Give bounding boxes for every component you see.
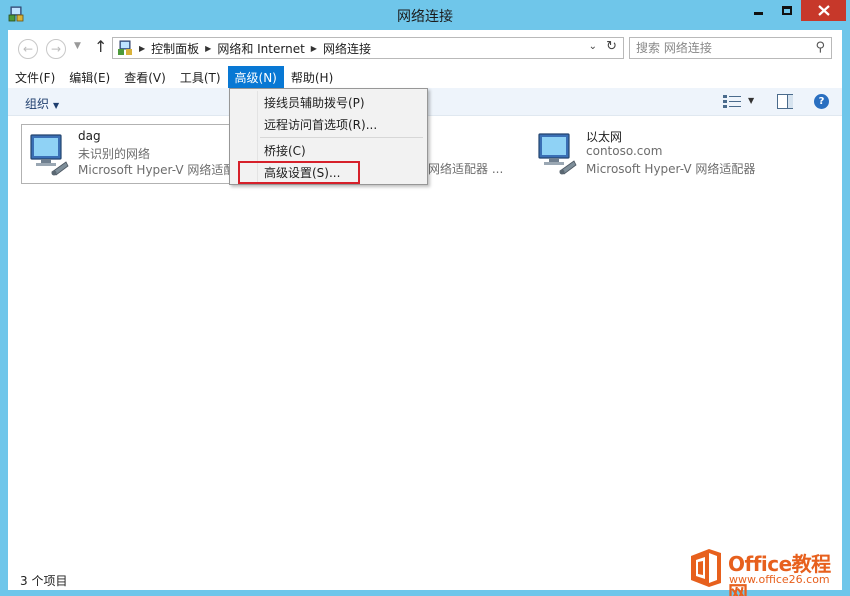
- adapter-name: 以太网: [586, 130, 623, 144]
- minimize-icon: [754, 12, 763, 15]
- close-button[interactable]: [801, 0, 846, 21]
- menu-item-remote-access-preferences[interactable]: 远程访问首选项(R)...: [232, 113, 425, 135]
- watermark-title: Office教程网: [728, 552, 831, 596]
- network-adapter-icon: [30, 134, 69, 176]
- menu-tools[interactable]: 工具(T): [173, 66, 228, 88]
- adapter-status: contoso.com: [586, 144, 663, 158]
- watermark-url: www.office26.com: [729, 573, 830, 586]
- search-box[interactable]: ⚲: [629, 37, 832, 59]
- navigation-bar: ← → ▼ ↑ ▶ 控制面板 ▶ 网络和 Internet ▶ 网络连接 ⌄ ↻…: [8, 30, 842, 66]
- close-icon: [817, 5, 830, 16]
- menu-item-bridge[interactable]: 桥接(C): [232, 139, 425, 161]
- menu-edit[interactable]: 编辑(E): [62, 66, 117, 88]
- organize-label: 组织: [25, 97, 50, 111]
- watermark: Office教程网 www.office26.com: [688, 547, 846, 596]
- recent-locations-button[interactable]: ▼: [74, 41, 81, 51]
- menu-item-operator-assisted-dialing[interactable]: 接线员辅助拨号(P): [232, 91, 425, 113]
- adapter-device: 网络适配器 ...: [428, 162, 504, 176]
- office-logo-icon: [691, 549, 721, 587]
- maximize-button[interactable]: [773, 0, 800, 21]
- forward-button[interactable]: →: [46, 39, 66, 59]
- annotation-highlight-box: [238, 161, 360, 184]
- breadcrumb-separator-icon[interactable]: ▶: [205, 44, 211, 53]
- menu-advanced[interactable]: 高级(N): [227, 66, 284, 88]
- refresh-icon[interactable]: ↻: [606, 39, 617, 54]
- menu-file[interactable]: 文件(F): [8, 66, 62, 88]
- adapter-device: Microsoft Hyper-V 网络适配器: [586, 162, 756, 176]
- adapter-device: Microsoft Hyper-V 网络适配器: [78, 163, 248, 177]
- menu-bar: 文件(F) 编辑(E) 查看(V) 工具(T) 高级(N) 帮助(H): [8, 66, 842, 88]
- adapter-item-ethernet[interactable]: 以太网 contoso.com Microsoft Hyper-V 网络适配器: [530, 124, 790, 184]
- adapter-name: dag: [78, 129, 101, 143]
- adapter-status: 未识别的网络: [78, 147, 151, 161]
- menu-help[interactable]: 帮助(H): [284, 66, 340, 88]
- breadcrumb-network-internet[interactable]: 网络和 Internet: [217, 40, 304, 57]
- view-options-chevron-icon[interactable]: ▼: [748, 96, 754, 105]
- organize-button[interactable]: 组织 ▼: [25, 95, 59, 112]
- address-dropdown-icon[interactable]: ⌄: [589, 41, 597, 52]
- change-view-icon[interactable]: [723, 95, 741, 109]
- menu-view[interactable]: 查看(V): [117, 66, 173, 88]
- menu-separator: [260, 137, 423, 138]
- back-button[interactable]: ←: [18, 39, 38, 59]
- breadcrumb-control-panel[interactable]: 控制面板: [151, 40, 199, 57]
- search-input[interactable]: [636, 40, 806, 56]
- adapter-item-dag[interactable]: dag 未识别的网络 Microsoft Hyper-V 网络适配器: [21, 124, 247, 184]
- window-title: 网络连接: [397, 9, 453, 25]
- breadcrumb-separator-icon[interactable]: ▶: [311, 44, 317, 53]
- title-bar: 网络连接: [0, 0, 850, 30]
- network-adapter-icon: [538, 133, 577, 175]
- item-count: 3 个项目: [20, 574, 68, 588]
- up-button[interactable]: ↑: [94, 37, 107, 56]
- explorer-window: 网络连接 ← → ▼ ↑ ▶ 控制面板 ▶ 网络和 Internet ▶ 网络连…: [0, 0, 850, 596]
- preview-pane-icon[interactable]: [777, 94, 793, 109]
- maximize-icon: [781, 6, 792, 15]
- breadcrumb-network-connections[interactable]: 网络连接: [323, 40, 371, 57]
- minimize-button[interactable]: [745, 0, 772, 21]
- search-icon[interactable]: ⚲: [815, 40, 825, 55]
- control-panel-icon: [118, 40, 132, 55]
- help-icon[interactable]: ?: [814, 94, 829, 109]
- chevron-down-icon: ▼: [53, 101, 60, 110]
- address-bar[interactable]: ▶ 控制面板 ▶ 网络和 Internet ▶ 网络连接 ⌄ ↻: [112, 37, 624, 59]
- breadcrumb-separator-icon[interactable]: ▶: [139, 44, 145, 53]
